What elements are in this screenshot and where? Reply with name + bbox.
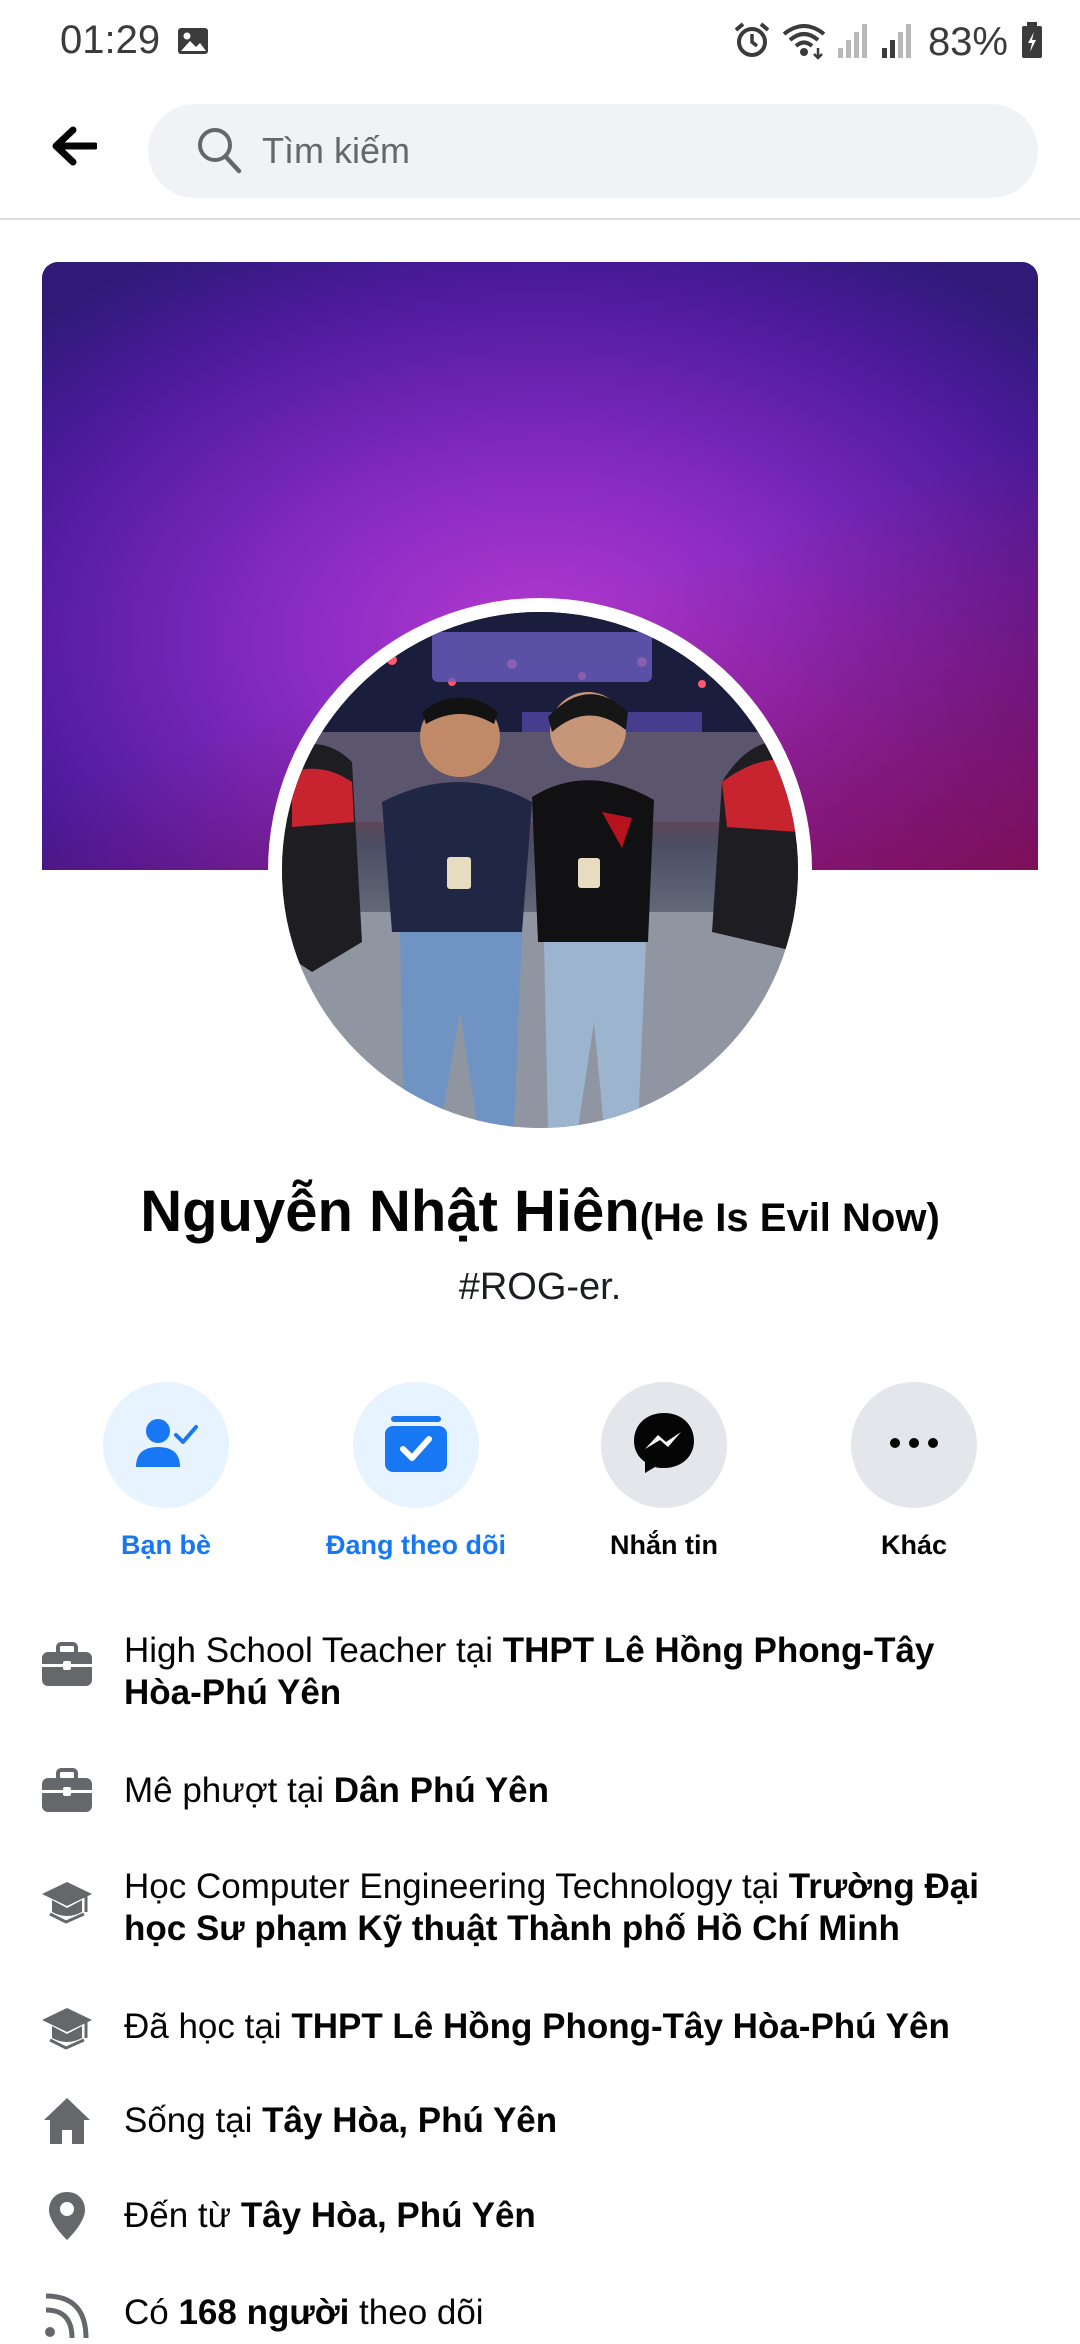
profile-avatar[interactable] xyxy=(282,612,798,1128)
search-header xyxy=(0,84,1080,220)
profile-alternate-name: (He Is Evil Now) xyxy=(639,1196,940,1240)
image-icon xyxy=(176,24,210,63)
detail-work-2-text: Mê phượt tại Dân Phú Yên xyxy=(124,1771,550,1810)
status-time: 01:29 xyxy=(60,18,161,62)
following-button[interactable]: Đang theo dõi xyxy=(286,1382,546,1561)
following-button-circle[interactable] xyxy=(353,1382,479,1508)
more-button-label: Khác xyxy=(880,1530,948,1560)
friends-button-circle[interactable] xyxy=(103,1382,229,1508)
profile-name: Nguyễn Nhật Hiên xyxy=(140,1179,640,1244)
profile-actions: Bạn bè Đang theo dõi Nhắn tin Khác xyxy=(0,1382,1080,1562)
detail-education-1-text: Học Computer Engineering Technology tại … xyxy=(124,1867,979,1948)
detail-education-2-text: Đã học tại THPT Lê Hồng Phong-Tây Hòa-Ph… xyxy=(124,2007,950,2046)
briefcase-icon xyxy=(38,1762,96,1820)
following-button-label: Đang theo dõi xyxy=(326,1530,506,1560)
friends-check-icon xyxy=(134,1411,198,1480)
messenger-icon xyxy=(631,1410,697,1481)
search-bar[interactable] xyxy=(148,104,1038,198)
battery-charging-icon xyxy=(1020,20,1044,65)
friends-button-label: Bạn bè xyxy=(120,1530,212,1560)
profile-bio: #ROG-er. xyxy=(458,1266,622,1308)
wifi-icon xyxy=(780,20,828,65)
graduation-cap-icon xyxy=(38,1998,96,2056)
search-input[interactable] xyxy=(262,104,962,198)
graduation-cap-icon xyxy=(38,1872,96,1930)
rss-followers-icon xyxy=(38,2286,96,2344)
status-bar: 01:29 83% xyxy=(0,0,1080,84)
home-icon xyxy=(38,2092,96,2150)
detail-from-text: Đến từ Tây Hòa, Phú Yên xyxy=(124,2196,536,2235)
location-pin-icon xyxy=(38,2187,96,2245)
friends-button[interactable]: Bạn bè xyxy=(36,1382,296,1561)
detail-work-1-text: High School Teacher tại THPT Lê Hồng Pho… xyxy=(124,1631,935,1712)
back-arrow-icon xyxy=(51,126,99,171)
briefcase-icon xyxy=(38,1636,96,1694)
detail-followers-text: Có 168 người theo dõi xyxy=(124,2293,484,2332)
message-button-circle[interactable] xyxy=(601,1382,727,1508)
profile-name-row: Nguyễn Nhật Hiên(He Is Evil Now) xyxy=(0,1178,1080,1245)
detail-lives-in-text: Sống tại Tây Hòa, Phú Yên xyxy=(124,2101,558,2140)
more-button-circle[interactable] xyxy=(851,1382,977,1508)
message-button[interactable]: Nhắn tin xyxy=(534,1382,794,1561)
more-button[interactable]: Khác xyxy=(784,1382,1044,1561)
following-icon xyxy=(383,1412,449,1479)
battery-percent: 83% xyxy=(927,19,1008,64)
message-button-label: Nhắn tin xyxy=(610,1530,718,1560)
alarm-icon xyxy=(732,20,772,65)
search-icon xyxy=(196,126,242,179)
signal-icon xyxy=(836,20,872,65)
more-icon xyxy=(889,1436,939,1454)
signal-icon xyxy=(880,20,916,65)
back-button[interactable] xyxy=(40,114,108,182)
